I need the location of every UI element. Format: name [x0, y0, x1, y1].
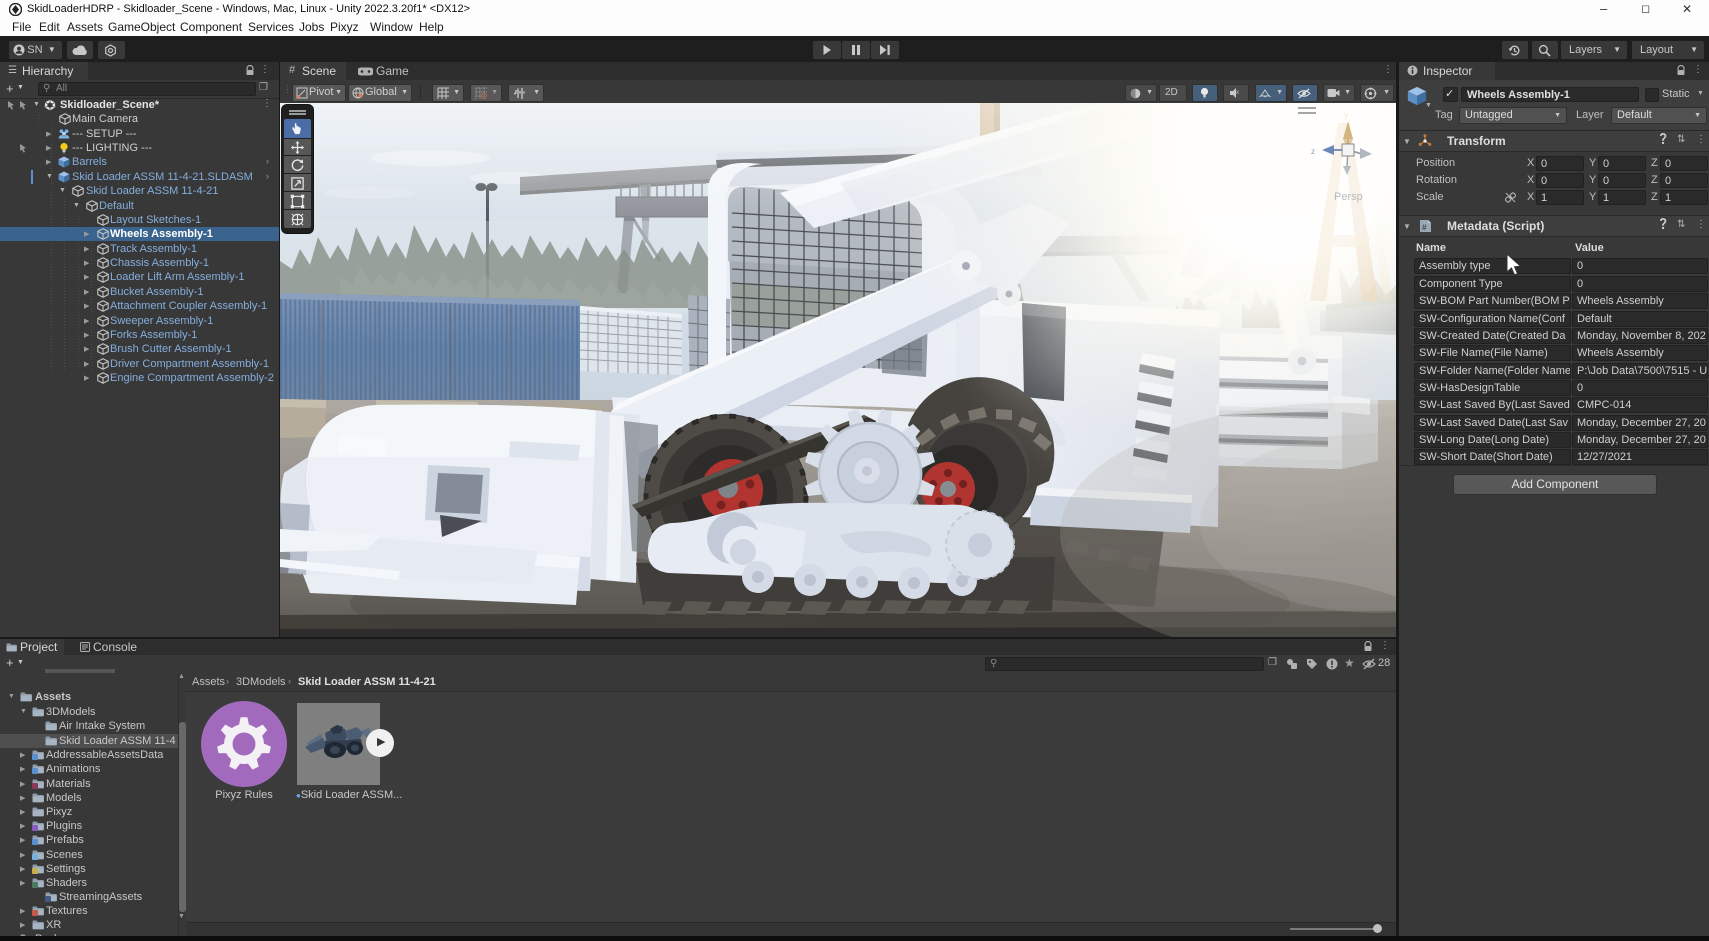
svg-text:z: z [1311, 147, 1315, 156]
svg-text:y: y [1344, 110, 1349, 120]
svg-text:x: x [1236, 90, 1239, 96]
svg-text:Persp: Persp [1334, 191, 1363, 203]
svg-text:#: # [1422, 223, 1427, 232]
